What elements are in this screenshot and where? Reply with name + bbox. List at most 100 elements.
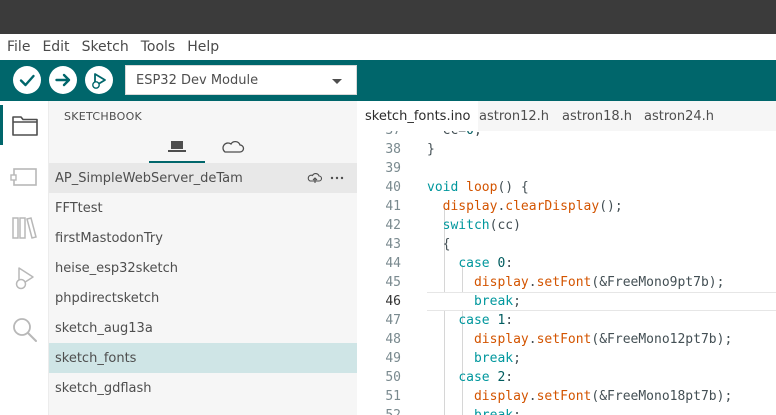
debug-icon[interactable] [10, 264, 40, 294]
line-number: 40 [385, 180, 401, 195]
activity-bar [0, 101, 49, 415]
line-number: 41 [385, 199, 401, 214]
tab-local-sketchbook[interactable] [149, 135, 205, 163]
editor-tabs: sketch_fonts.ino astron12.h astron18.h a… [357, 101, 776, 131]
row-actions [307, 170, 345, 186]
verify-button[interactable] [13, 66, 41, 94]
line-number: 47 [385, 313, 401, 328]
code-line[interactable]: 51 display.setFont(&FreeMono18pt7b); [357, 387, 776, 406]
code-text: switch(cc) [442, 218, 521, 233]
menubar: File Edit Sketch Tools Help [0, 34, 776, 60]
menu-file[interactable]: File [7, 39, 30, 55]
code-line[interactable]: 38} [357, 140, 776, 159]
board-selector-label: ESP32 Dev Module [136, 73, 259, 88]
sketch-name: phpdirectsketch [55, 290, 160, 306]
list-item[interactable]: sketch_aug13a [49, 313, 357, 343]
folder-icon[interactable] [10, 110, 40, 140]
code-line[interactable]: 44 case 0: [357, 254, 776, 273]
tab-cloud-sketchbook[interactable] [205, 135, 261, 163]
laptop-icon [168, 141, 186, 152]
list-item[interactable]: AP_SimpleWebServer_deTam [49, 163, 357, 193]
sidebar-title: SKETCHBOOK [64, 110, 143, 123]
active-indicator [0, 105, 3, 145]
code-text: break; [427, 406, 521, 415]
check-icon [19, 74, 35, 87]
line-number: 48 [385, 332, 401, 347]
sketch-name: heise_esp32sketch [55, 260, 179, 276]
tab-label: astron12.h [479, 108, 550, 124]
list-item[interactable]: heise_esp32sketch [49, 253, 357, 283]
sketch-name: sketch_fonts [55, 350, 137, 366]
toolbar: ESP32 Dev Module [0, 60, 776, 101]
debugger-icon [92, 73, 106, 89]
cloud-upload-icon[interactable] [307, 170, 323, 186]
code-text: } [427, 142, 435, 157]
code-text: { [427, 237, 451, 252]
code-text: void loop() { [427, 180, 529, 195]
code-line[interactable]: 37 cc=0; [357, 131, 776, 140]
sketch-list: AP_SimpleWebServer_deTam FFTtest firstMa… [49, 163, 357, 403]
sketchbook-sidebar: SKETCHBOOK AP_SimpleWebServer_deTam FFTt… [49, 101, 357, 415]
menu-edit[interactable]: Edit [42, 39, 69, 55]
sketch-name: sketch_aug13a [55, 320, 153, 336]
code-text: display.setFont(&FreeMono18pt7b); [473, 389, 733, 404]
debug-button[interactable] [85, 66, 113, 94]
code-editor[interactable]: 37 cc=0;38}3940void loop() {41 display.c… [357, 131, 776, 415]
arrow-right-icon [55, 73, 71, 87]
tab-astron18[interactable]: astron18.h [554, 101, 640, 131]
line-number: 51 [385, 389, 401, 404]
sketch-name: firstMastodonTry [55, 230, 163, 246]
upload-button[interactable] [49, 66, 77, 94]
code-line[interactable]: 39 [357, 159, 776, 178]
code-text: display.clearDisplay(); [442, 199, 623, 214]
chevron-down-icon [332, 79, 342, 84]
code-line[interactable]: 45 display.setFont(&FreeMono9pt7b); [357, 273, 776, 292]
tab-label: astron24.h [644, 108, 715, 124]
more-options-icon[interactable] [329, 170, 345, 186]
code-line[interactable]: 42 switch(cc) [357, 216, 776, 235]
code-line[interactable]: 52 break; [357, 406, 776, 415]
line-number: 37 [357, 131, 401, 140]
menu-help[interactable]: Help [187, 39, 219, 55]
code-text: break; [473, 351, 521, 366]
menu-tools[interactable]: Tools [141, 39, 176, 55]
list-item[interactable]: sketch_fonts [49, 343, 357, 373]
line-number: 42 [385, 218, 401, 233]
tab-astron24[interactable]: astron24.h [636, 101, 722, 131]
list-item[interactable]: sketch_gdflash [49, 373, 357, 403]
tab-sketch-fonts[interactable]: sketch_fonts.ino [357, 101, 479, 131]
code-text: case 2: [458, 370, 514, 385]
sketch-name: FFTtest [55, 200, 103, 216]
line-number: 46 [385, 294, 401, 309]
code-line[interactable]: 50 case 2: [357, 368, 776, 387]
line-number: 52 [357, 406, 401, 415]
code-line[interactable]: 48 display.setFont(&FreeMono12pt7b); [357, 330, 776, 349]
tab-astron12[interactable]: astron12.h [471, 101, 557, 131]
list-item[interactable]: firstMastodonTry [49, 223, 357, 253]
code-line[interactable]: 47 case 1: [357, 311, 776, 330]
list-item[interactable]: phpdirectsketch [49, 283, 357, 313]
menu-sketch[interactable]: Sketch [82, 39, 129, 55]
line-number: 38 [385, 142, 401, 157]
code-line[interactable]: 40 void loop() { [357, 178, 776, 197]
line-number: 39 [385, 161, 401, 176]
code-text: display.setFont(&FreeMono9pt7b); [473, 275, 725, 290]
code-text: break; [473, 294, 521, 309]
board-icon[interactable] [10, 162, 40, 192]
tab-label: sketch_fonts.ino [365, 108, 471, 124]
tab-label: astron18.h [562, 108, 633, 124]
code-line[interactable]: 43 { [357, 235, 776, 254]
code-text: case 0: [458, 256, 514, 271]
code-line[interactable]: 41 display.clearDisplay(); [357, 197, 776, 216]
board-selector[interactable]: ESP32 Dev Module [125, 65, 357, 95]
code-text: case 1: [458, 313, 514, 328]
search-icon[interactable] [10, 315, 40, 345]
library-icon[interactable] [10, 213, 40, 243]
list-item[interactable]: FFTtest [49, 193, 357, 223]
line-number: 44 [385, 256, 401, 271]
code-line[interactable]: 49 break; [357, 349, 776, 368]
cloud-icon [222, 140, 245, 153]
line-number: 45 [385, 275, 401, 290]
code-line[interactable]: 46 break; [357, 292, 776, 311]
sketch-name: AP_SimpleWebServer_deTam [55, 170, 243, 186]
